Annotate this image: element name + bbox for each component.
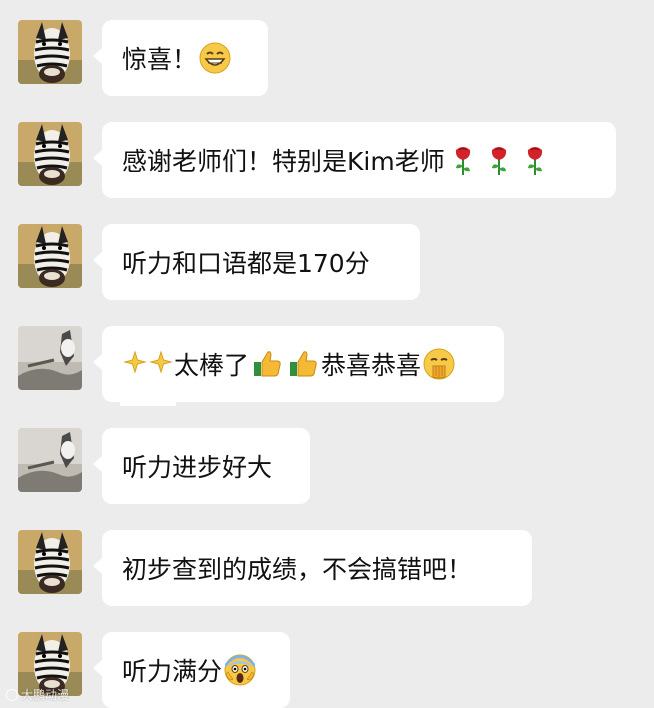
photo-avatar[interactable]: [18, 326, 82, 390]
rose-emoji: [518, 143, 552, 177]
zebra-avatar[interactable]: [18, 20, 82, 84]
message-bubble[interactable]: 听力进步好大: [93, 428, 310, 504]
chat-window: 惊喜！ 感谢老师们！特别是Kim老师 听力和口语都是170分 太棒了 恭喜恭喜 …: [0, 0, 654, 708]
thumbs-up-emoji: [286, 347, 320, 381]
message-text: 惊喜！: [122, 45, 198, 74]
message-bubble[interactable]: 惊喜！: [93, 20, 268, 96]
watermark-icon: [6, 689, 18, 701]
zebra-avatar[interactable]: [18, 530, 82, 594]
message-bubble[interactable]: 太棒了 恭喜恭喜: [93, 326, 504, 402]
message-text: 听力和口语都是170分: [122, 249, 370, 278]
zebra-avatar[interactable]: [18, 122, 82, 186]
message-text: 恭喜恭喜: [321, 351, 422, 380]
bubble-tail-decoration: [120, 398, 176, 406]
sparkle-emoji: [123, 347, 147, 381]
sparkle-emoji: [149, 347, 173, 381]
thumbs-up-emoji: [250, 347, 284, 381]
message-text: 听力满分: [122, 657, 223, 686]
message-bubble[interactable]: 听力和口语都是170分: [93, 224, 420, 300]
message-bubble[interactable]: 听力满分: [93, 632, 290, 708]
message-text: 太棒了: [174, 351, 250, 380]
watermark: 大鹏动漫: [6, 686, 69, 703]
zebra-avatar[interactable]: [18, 224, 82, 288]
shush-emoji: [422, 347, 456, 381]
message-text: 听力进步好大: [122, 453, 273, 482]
scream-emoji: [223, 653, 257, 687]
grin-emoji: [198, 41, 232, 75]
rose-emoji: [482, 143, 516, 177]
message-bubble[interactable]: 感谢老师们！特别是Kim老师: [93, 122, 616, 198]
message-bubble[interactable]: 初步查到的成绩，不会搞错吧！: [93, 530, 532, 606]
watermark-text: 大鹏动漫: [21, 688, 70, 702]
rose-emoji: [446, 143, 480, 177]
message-text: 初步查到的成绩，不会搞错吧！: [122, 555, 473, 584]
message-text: 感谢老师们！特别是Kim老师: [122, 147, 445, 176]
photo-avatar[interactable]: [18, 428, 82, 492]
